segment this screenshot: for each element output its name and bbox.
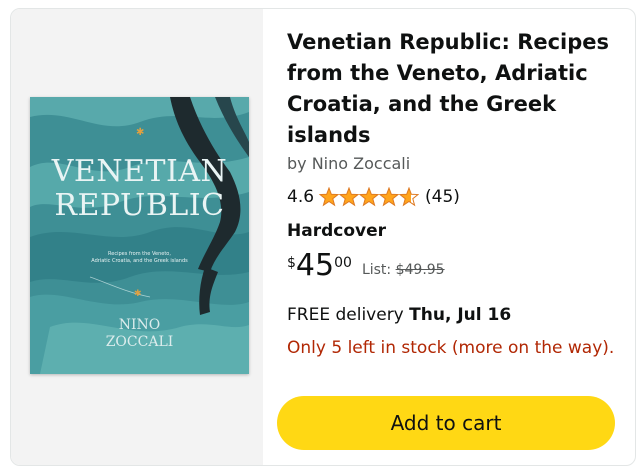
cover-subtitle-line2: Adriatic Croatia, and the Greek islands: [91, 258, 188, 264]
star-rating-icon[interactable]: [319, 187, 420, 207]
rating-row[interactable]: 4.6 (45): [287, 187, 627, 207]
review-count[interactable]: (45): [425, 187, 460, 207]
product-format[interactable]: Hardcover: [287, 221, 627, 241]
price-currency: $: [287, 255, 296, 271]
price-row: $ 45 00 List: $49.95: [287, 249, 627, 283]
star-icon: [378, 187, 400, 207]
list-price: $49.95: [395, 262, 445, 278]
rating-value: 4.6: [287, 187, 315, 207]
list-label: List:: [361, 262, 392, 278]
star-icon: [338, 187, 360, 207]
cover-author-line1: NINO: [118, 317, 161, 333]
product-card: ✱ ✱ VENETIAN REPUBLIC Recipes from the V…: [10, 8, 636, 466]
delivery-info: FREE delivery Thu, Jul 16: [287, 305, 627, 325]
product-info: Venetian Republic: Recipes from the Vene…: [287, 27, 627, 361]
cover-title-line2: REPUBLIC: [54, 188, 225, 223]
list-price-block: List: $49.95: [362, 262, 445, 278]
book-cover-image[interactable]: ✱ ✱ VENETIAN REPUBLIC Recipes from the V…: [30, 97, 249, 374]
product-image-panel[interactable]: ✱ ✱ VENETIAN REPUBLIC Recipes from the V…: [11, 9, 263, 465]
price-fraction: 00: [334, 255, 352, 271]
delivery-prefix: FREE delivery: [287, 305, 404, 325]
cover-title-line1: VENETIAN: [51, 154, 228, 189]
add-to-cart-button[interactable]: Add to cart: [277, 396, 615, 450]
svg-text:✱: ✱: [134, 289, 142, 299]
delivery-date: Thu, Jul 16: [409, 305, 512, 325]
product-title-link[interactable]: Venetian Republic: Recipes from the Vene…: [287, 27, 627, 151]
product-byline: by Nino Zoccali: [287, 154, 411, 173]
price-whole: 45: [295, 248, 335, 283]
cover-author-line2: ZOCCALI: [105, 334, 174, 350]
star-icon: [358, 187, 380, 207]
cover-subtitle-line1: Recipes from the Veneto,: [108, 251, 171, 257]
stock-status: Only 5 left in stock (more on the way).: [287, 338, 615, 358]
cover-subtitle: Recipes from the Veneto, Adriatic Croati…: [30, 251, 249, 265]
svg-text:✱: ✱: [136, 127, 144, 138]
star-icon: [319, 187, 340, 207]
star-icon: [398, 187, 420, 207]
